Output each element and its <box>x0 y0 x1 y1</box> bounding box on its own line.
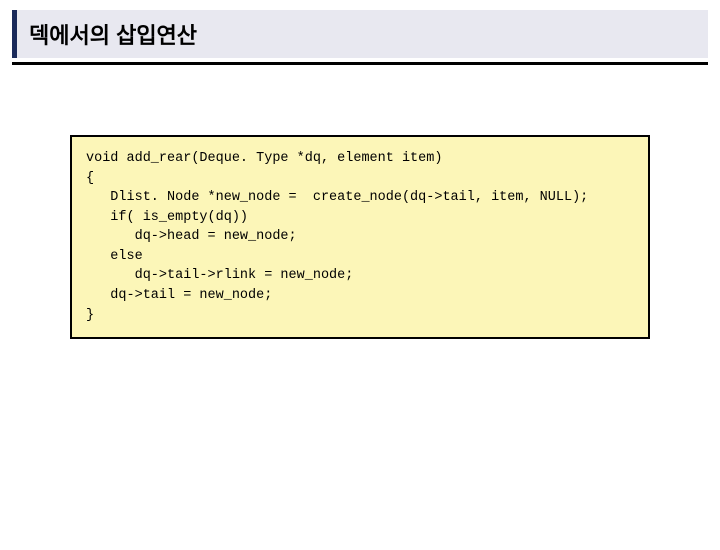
code-line: Dlist. Node *new_node = create_node(dq->… <box>86 190 588 205</box>
header-divider <box>12 62 708 65</box>
code-line: dq->tail->rlink = new_node; <box>86 268 353 283</box>
code-line: { <box>86 171 94 186</box>
code-line: dq->head = new_node; <box>86 229 297 244</box>
slide-header: 덱에서의 삽입연산 <box>12 10 708 58</box>
code-line: if( is_empty(dq)) <box>86 210 248 225</box>
code-line: dq->tail = new_node; <box>86 288 272 303</box>
code-line: } <box>86 308 94 323</box>
code-line: void add_rear(Deque. Type *dq, element i… <box>86 151 442 166</box>
code-line: else <box>86 249 143 264</box>
slide-title: 덱에서의 삽입연산 <box>29 18 696 50</box>
code-block: void add_rear(Deque. Type *dq, element i… <box>70 135 650 339</box>
